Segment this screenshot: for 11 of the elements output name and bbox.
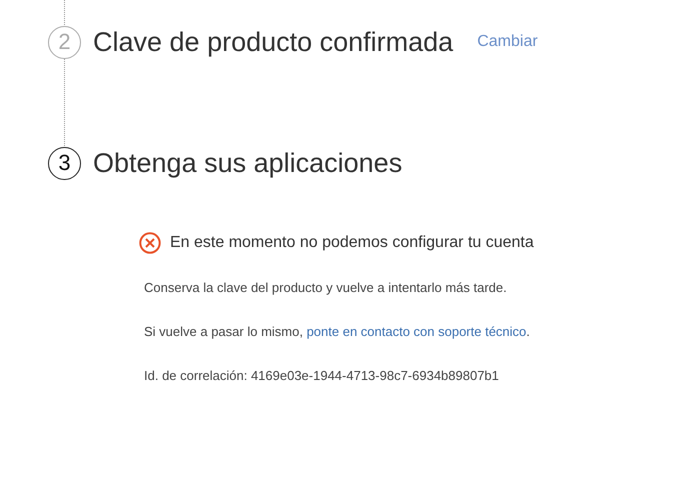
support-link[interactable]: ponte en contacto con soporte técnico — [306, 324, 526, 339]
step-number: 2 — [48, 26, 81, 58]
message-text: Conserva la clave del producto y vuelve a intentarlo más tarde. — [144, 280, 508, 297]
error-title: En este momento no podemos configurar tu cuenta — [170, 234, 534, 252]
step-title: Clave de producto confirmada — [93, 26, 454, 58]
change-link[interactable]: Cambiar — [477, 33, 538, 51]
error-icon — [139, 232, 161, 254]
step-number: 3 — [48, 146, 81, 180]
message-text: Id. de correlación: 4169e03e-1944-4713-98c7-6934b89807b1 — [144, 368, 500, 385]
message-text: Si vuelve a pasar lo mismo, ponte en contacto con soporte técnico. — [144, 324, 531, 341]
step-title: Obtenga sus aplicaciones — [93, 148, 402, 178]
